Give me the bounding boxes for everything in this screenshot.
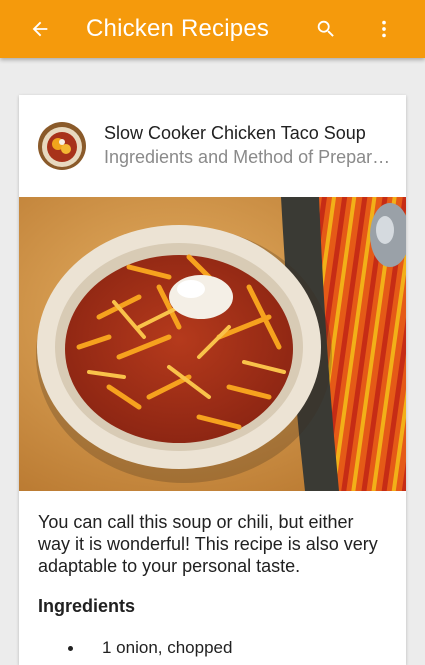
recipe-intro: You can call this soup or chili, but eit… xyxy=(38,512,378,576)
app-title: Chicken Recipes xyxy=(86,15,270,42)
more-options-button[interactable] xyxy=(370,15,398,43)
recipe-photo xyxy=(19,197,406,491)
recipe-avatar xyxy=(38,122,86,170)
recipe-title: Slow Cooker Chicken Taco Soup xyxy=(104,123,366,143)
arrow-back-icon xyxy=(32,21,48,37)
recipe-subtitle: Ingredients and Method of Preparation xyxy=(104,147,394,167)
ingredients-list: 1 onion, chopped xyxy=(38,637,232,659)
app-bar: Chicken Recipes xyxy=(0,0,425,58)
search-icon xyxy=(317,20,334,37)
recipe-card[interactable]: Slow Cooker Chicken Taco Soup Ingredient… xyxy=(19,95,406,665)
list-item: 1 onion, chopped xyxy=(38,637,232,659)
back-button[interactable] xyxy=(26,15,54,43)
ingredients-heading: Ingredients xyxy=(38,596,136,616)
more-vertical-icon xyxy=(382,20,386,38)
search-button[interactable] xyxy=(312,15,340,43)
